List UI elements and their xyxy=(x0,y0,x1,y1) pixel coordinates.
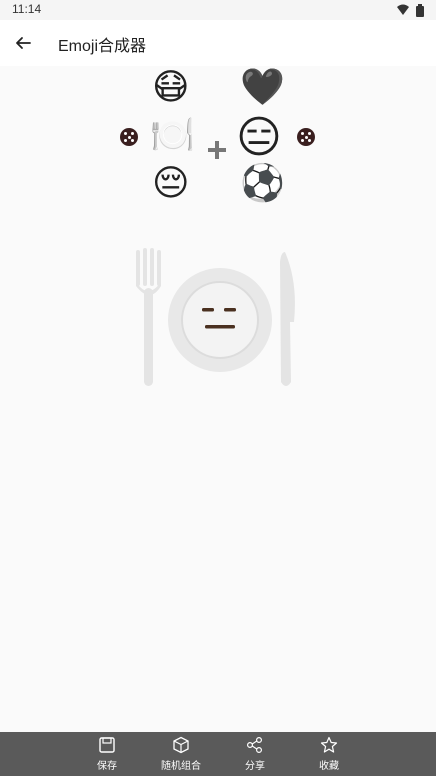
save-label: 保存 xyxy=(97,761,117,772)
emoji-option-mask[interactable]: 😷 xyxy=(152,70,190,106)
cube-icon xyxy=(173,736,189,754)
plate-with-expressionless-face-icon xyxy=(136,248,295,386)
random-left-dice-icon[interactable] xyxy=(120,128,138,146)
app-bar: Emoji合成器 xyxy=(0,20,436,66)
wifi-icon xyxy=(397,4,409,15)
main-content: 😷 🖤 🍽️ 😑 😔 ⚽ xyxy=(0,66,436,732)
page-title: Emoji合成器 xyxy=(58,38,147,55)
plus-icon xyxy=(208,141,226,159)
status-icons xyxy=(396,3,424,17)
back-button[interactable] xyxy=(10,30,36,56)
star-icon xyxy=(320,736,338,753)
share-icon xyxy=(246,736,263,754)
favorite-label: 收藏 xyxy=(319,761,339,772)
emoji-option-pensive[interactable]: 😔 xyxy=(152,166,190,202)
share-button[interactable]: 分享 xyxy=(231,732,279,776)
random-combine-button[interactable]: 随机组合 xyxy=(157,732,205,776)
random-combine-label: 随机组合 xyxy=(161,761,201,772)
arrow-left-icon xyxy=(16,37,31,49)
status-bar: 11:14 xyxy=(0,0,436,20)
emoji-option-black-heart[interactable]: 🖤 xyxy=(240,70,285,106)
battery-icon xyxy=(416,3,424,17)
save-icon xyxy=(99,737,115,753)
emoji-right-selected[interactable]: 😑 xyxy=(236,116,282,160)
emoji-option-soccer-ball[interactable]: ⚽ xyxy=(240,166,285,202)
random-right-dice-icon[interactable] xyxy=(297,128,315,146)
bottom-toolbar: 保存 随机组合 分享 收藏 xyxy=(0,732,436,776)
status-time: 11:14 xyxy=(12,2,42,16)
emoji-left-selected[interactable]: 🍽️ xyxy=(150,118,195,154)
favorite-button[interactable]: 收藏 xyxy=(305,732,353,776)
share-label: 分享 xyxy=(245,761,265,772)
save-button[interactable]: 保存 xyxy=(83,732,131,776)
